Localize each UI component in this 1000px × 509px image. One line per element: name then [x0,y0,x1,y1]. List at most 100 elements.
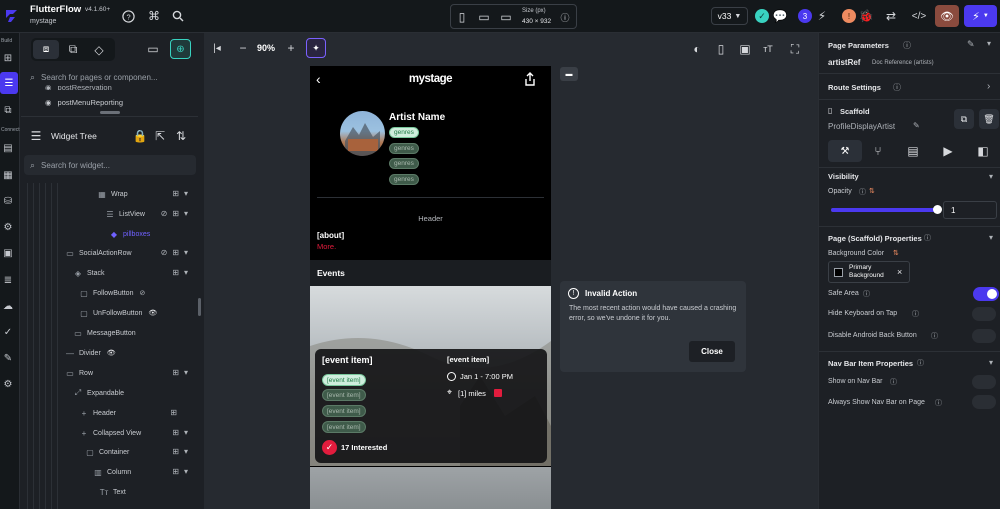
zoom-out-icon[interactable]: − [236,41,250,55]
info-icon[interactable]: ⓘ [863,289,870,299]
info-icon[interactable]: ⓘ [893,82,901,93]
run-button[interactable]: ⚡ ▼ [964,5,997,27]
components-icon[interactable]: ⧉ [1,103,15,117]
help-icon[interactable]: ? [121,9,135,23]
actions-tab[interactable]: ▶ [938,144,958,158]
more-link[interactable]: More. [317,242,336,251]
variable-icon[interactable]: ⇅ [893,249,899,257]
animations-tab[interactable]: ◧ [973,144,993,158]
add-child-icon[interactable]: ⊞ [172,268,179,277]
schema-icon[interactable]: ▦ [1,168,15,182]
eye-icon[interactable]: 👁 [107,349,116,357]
chevron-down-icon[interactable]: ▾ [989,172,993,181]
hidden-eye-icon[interactable]: ⊘ [161,209,168,218]
tree-row-text[interactable]: Tт Text [99,483,126,501]
phone-large-icon[interactable]: ▭ [477,10,491,24]
chevron-down-icon[interactable]: ▾ [184,268,188,277]
widget-tree-icon[interactable]: ☰ [0,72,18,94]
info-icon[interactable]: ⓘ [559,11,571,23]
chevron-down-icon[interactable]: ▾ [184,248,188,257]
tree-row-stack[interactable]: ◈ Stack [73,264,105,282]
project-name[interactable]: mystage [30,18,56,25]
hidden-eye-icon[interactable]: ⊘ [139,289,145,297]
chevron-down-icon[interactable]: ▾ [989,358,993,367]
tree-row-row[interactable]: ▭ Row [65,364,93,382]
comments-icon[interactable]: 💬 [773,9,788,23]
dark-mode-icon[interactable]: ◐ [690,42,704,56]
info-icon[interactable]: ⓘ [935,398,942,408]
zoom-in-icon[interactable]: + [284,41,298,55]
add-child-icon[interactable]: ⊞ [170,408,177,417]
checklist-icon[interactable]: ✓ [1,325,15,339]
add-child-icon[interactable]: ⊞ [172,368,179,377]
add-child-icon[interactable]: ⊞ [172,428,179,437]
genre-chip[interactable]: genres [389,174,419,185]
phone-small-icon[interactable]: ▯ [455,10,469,24]
preview-button[interactable]: 👁 [935,5,959,27]
info-icon[interactable]: ⓘ [917,358,924,368]
delete-button[interactable]: 🗑 [979,109,999,129]
info-icon[interactable]: ⓘ [931,331,938,341]
add-child-icon[interactable]: ⊞ [172,189,179,198]
copy-button[interactable]: ⧉ [954,109,974,129]
info-icon[interactable]: ⓘ [924,233,931,243]
edit-icon[interactable]: ✎ [967,39,975,50]
tree-row-collapsed-view[interactable]: + Collapsed View [79,424,141,442]
widget-handle[interactable]: ▬ [560,67,578,81]
info-icon[interactable]: ⓘ [903,40,911,51]
resize-frame-icon[interactable]: ⛶ [788,42,802,56]
interested-check-icon[interactable]: ✓ [322,440,337,455]
hidden-eye-icon[interactable]: ⊘ [161,248,168,257]
new-folder-icon[interactable]: ▭ [145,41,161,57]
opacity-input[interactable]: 1 [943,201,997,219]
add-child-icon[interactable]: ⊞ [172,248,179,257]
integrations-icon[interactable]: ⚙ [1,220,15,234]
add-child-icon[interactable]: ⊞ [172,447,179,456]
tree-row-messagebutton[interactable]: ▭ MessageButton [73,324,135,342]
text-scale-icon[interactable]: тT [761,42,775,56]
tree-row-expandable[interactable]: ⤢ Expandable [73,384,124,402]
backend-tab[interactable]: ▤ [903,144,923,158]
edit-name-icon[interactable]: ✎ [913,121,920,130]
event-tag[interactable]: [event item] [322,374,366,386]
tree-row-header[interactable]: + Header [79,404,116,422]
components-tab[interactable]: ⧉ [63,42,83,57]
info-icon[interactable]: ⓘ [912,309,919,319]
genre-chip[interactable]: genres [389,127,419,138]
size-value[interactable]: 430 × 932 [522,18,551,25]
event-tag[interactable]: [event item] [322,405,366,417]
flutterflow-logo[interactable] [4,8,20,24]
disable-back-toggle[interactable] [972,329,996,343]
state-tab[interactable]: ⑂ [868,144,888,158]
phone-preview-icon[interactable]: ▯ [714,42,728,56]
search-icon[interactable] [171,9,185,23]
share-icon[interactable] [524,72,536,86]
variable-icon[interactable]: ⇅ [869,187,875,195]
properties-tab[interactable]: ⚒ [828,140,862,162]
settings-icon[interactable]: ⚙ [1,377,15,391]
bug-icon[interactable]: 🐞 [859,9,874,23]
route-settings-title[interactable]: Route Settings [828,83,881,92]
chevron-down-icon[interactable]: ▾ [184,189,188,198]
tree-row-divider[interactable]: — Divider 👁 [65,344,116,362]
tree-row-unfollowbutton[interactable]: ▢ UnFollowButton 👁 [79,304,157,322]
tree-row-pillboxes[interactable]: ◆ pillboxes [109,225,150,243]
tree-row-followbutton[interactable]: ▢ FollowButton ⊘ [79,284,145,302]
tree-row-column[interactable]: ▥ Column [93,463,131,481]
info-icon[interactable]: ⓘ [890,377,897,387]
activity-icon[interactable]: ⚡ [815,9,829,23]
chevron-down-icon[interactable]: ▾ [184,447,188,456]
widget-search[interactable]: ⌕ Search for widget... [24,155,196,175]
storage-icon[interactable]: ⛁ [1,194,15,208]
chevron-down-icon[interactable]: ▾ [184,467,188,476]
opacity-slider-thumb[interactable] [933,205,942,214]
media-icon[interactable]: ▣ [1,246,15,260]
chevron-down-icon[interactable]: ▾ [184,209,188,218]
add-page-button[interactable]: ⊕ [170,39,191,59]
check-status-icon[interactable]: ✓ [755,9,769,23]
collapse-icon[interactable]: ⇱ [154,129,166,143]
genre-chip[interactable]: genres [389,158,419,169]
tree-row-listview[interactable]: ☰ ListView [105,205,145,223]
bg-color-picker[interactable]: Primary Background × [828,261,910,283]
panel-splitter[interactable] [198,298,201,316]
